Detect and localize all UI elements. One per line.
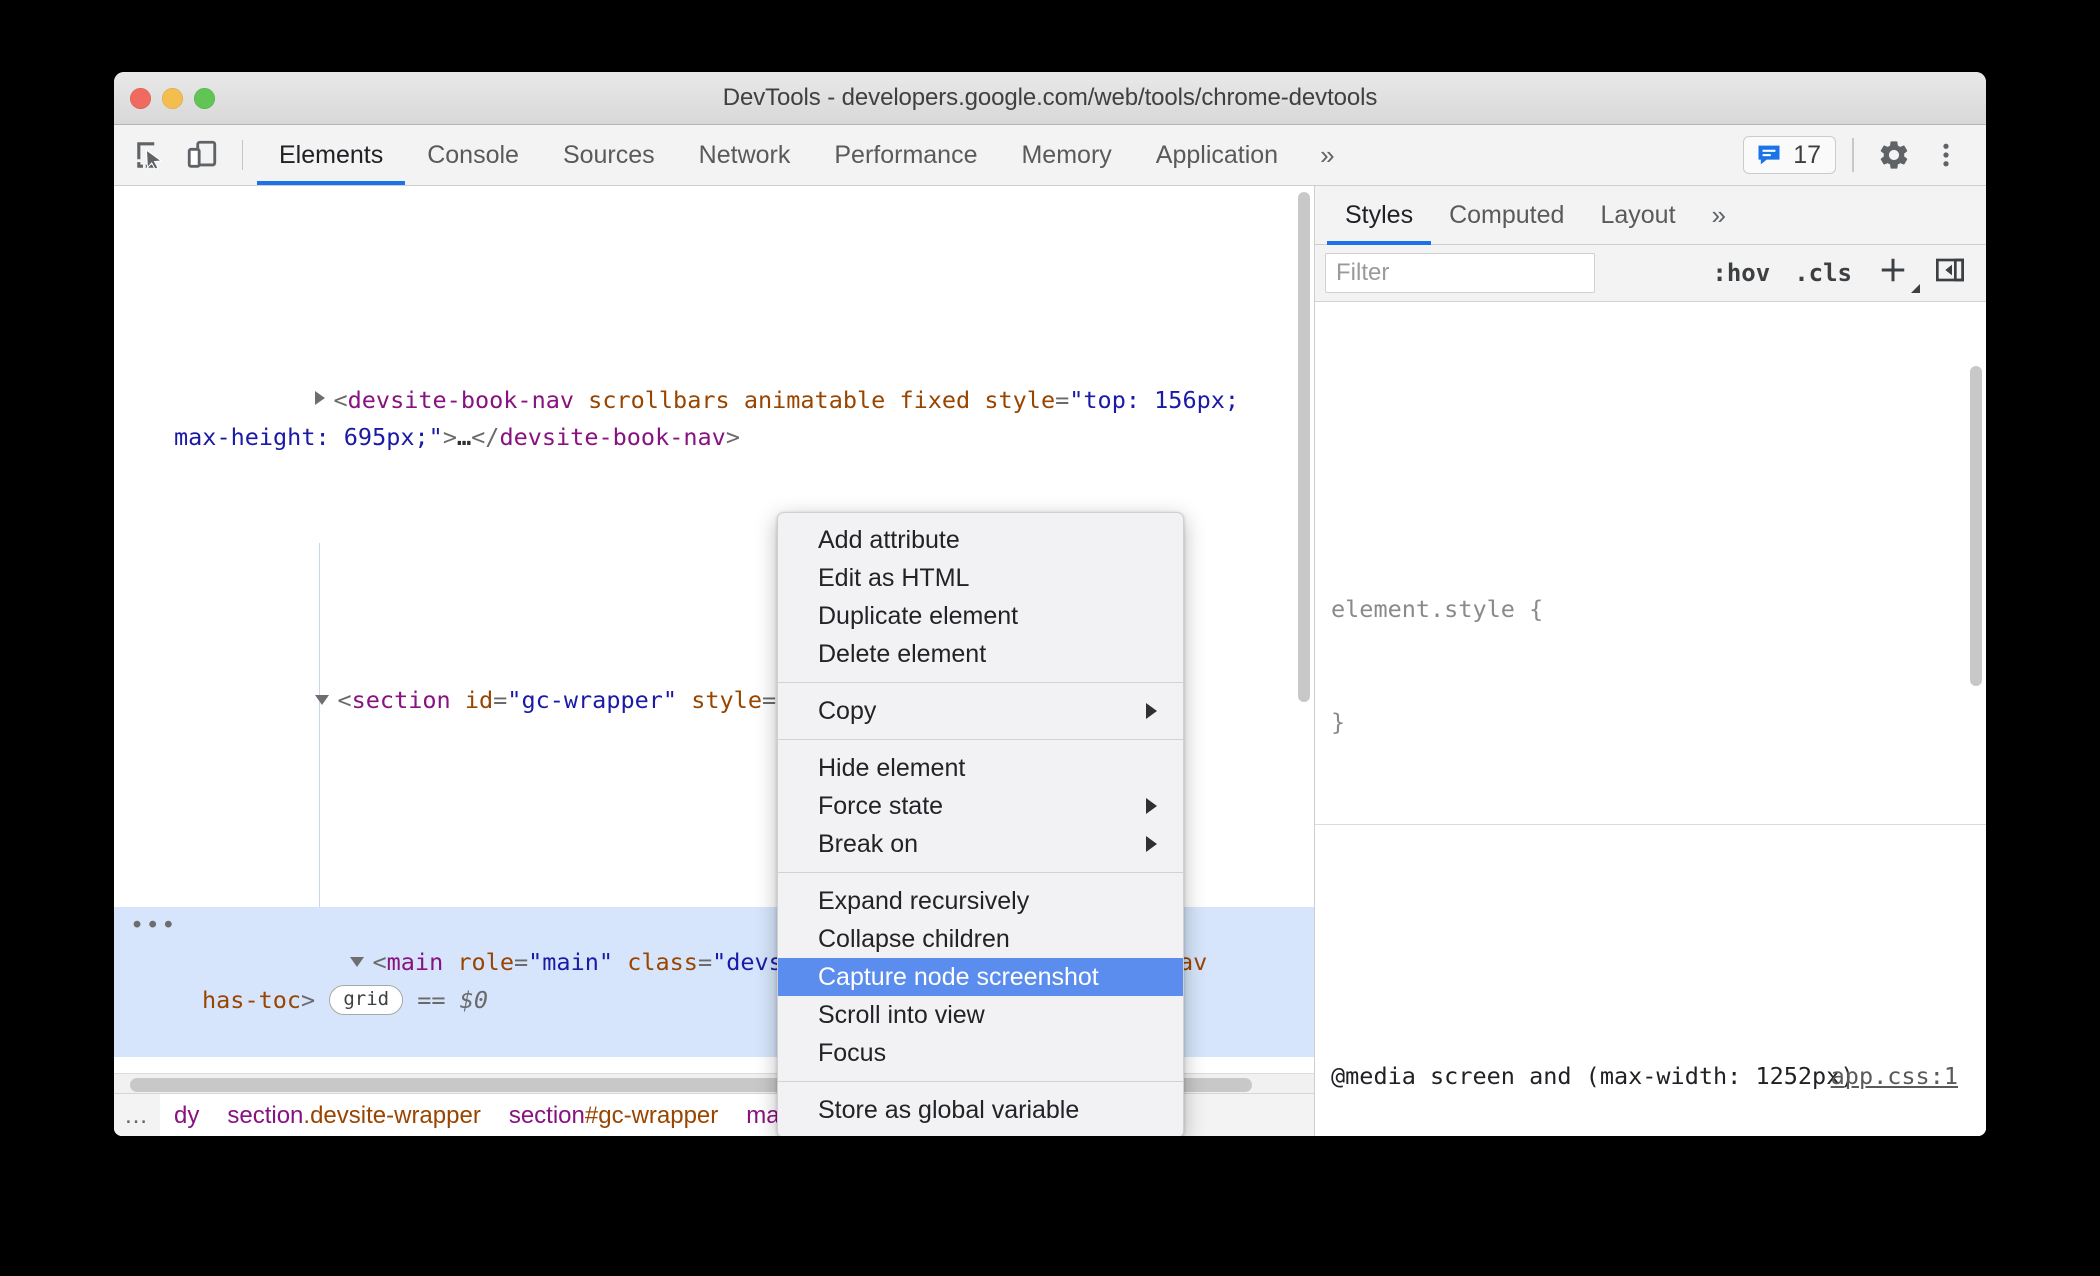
inspect-element-icon[interactable] [126, 131, 174, 179]
breadcrumb-item-tag: section [227, 1102, 304, 1129]
panel-tabs: Elements Console Sources Network Perform… [257, 125, 1354, 185]
chevron-down-icon[interactable] [350, 957, 365, 967]
breadcrumb-overflow-left[interactable]: … [114, 1094, 160, 1136]
tab-application[interactable]: Application [1134, 125, 1300, 185]
tab-styles[interactable]: Styles [1327, 186, 1432, 245]
menu-separator [778, 682, 1183, 683]
css-rule-element-style[interactable]: element.style { } [1315, 508, 1986, 825]
minimize-window-button[interactable] [162, 87, 183, 109]
breadcrumb-item-class: #gc-wrapper [584, 1102, 719, 1129]
window-title: DevTools - developers.google.com/web/too… [722, 84, 1378, 111]
dropdown-corner-icon [1911, 284, 1920, 293]
css-rule-close-brace: } [1331, 707, 1346, 736]
elements-dom-tree-pane[interactable]: <devsite-book-nav scrollbars animatable … [114, 186, 1314, 1136]
window-titlebar: DevTools - developers.google.com/web/too… [114, 72, 1986, 125]
menu-item-force-state[interactable]: Force state [778, 787, 1183, 825]
menu-separator [778, 872, 1183, 873]
chevron-down-icon[interactable] [315, 694, 330, 705]
tab-memory[interactable]: Memory [999, 125, 1133, 185]
dom-node-context-menu[interactable]: Add attribute Edit as HTML Duplicate ele… [777, 512, 1184, 1136]
plus-icon [1881, 258, 1905, 282]
issues-count: 17 [1793, 140, 1821, 169]
tab-elements[interactable]: Elements [257, 125, 406, 185]
menu-item-break-on[interactable]: Break on [778, 825, 1183, 863]
kebab-menu-icon[interactable] [1922, 131, 1970, 179]
menu-item-duplicate-element[interactable]: Duplicate element [778, 597, 1183, 635]
breadcrumb-item-tag: section [508, 1102, 585, 1129]
menu-item-focus[interactable]: Focus [778, 1034, 1183, 1072]
dom-tree-vertical-scrollbar[interactable] [1298, 192, 1310, 702]
tab-layout[interactable]: Layout [1582, 186, 1693, 244]
breadcrumb-item-label: dy [174, 1102, 200, 1129]
menu-item-expand-recursively[interactable]: Expand recursively [778, 882, 1183, 920]
dom-node-devsite-book-nav[interactable]: <devsite-book-nav scrollbars animatable … [114, 344, 1314, 494]
breadcrumb-item-section-gc-wrapper[interactable]: section #gc-wrapper [494, 1094, 733, 1136]
hov-toggle-button[interactable]: :hov [1700, 259, 1782, 287]
new-style-rule-button[interactable] [1864, 255, 1922, 293]
gear-icon[interactable] [1870, 131, 1918, 179]
menu-separator [778, 739, 1183, 740]
node-overflow-dots[interactable]: ••• [130, 907, 177, 945]
tab-computed[interactable]: Computed [1431, 186, 1582, 244]
css-rule-media-query[interactable]: @media screen and (max-width: 1252px) ap… [1315, 975, 1986, 1136]
css-rules-list: element.style { } @media screen and (max… [1315, 358, 1986, 1136]
issues-message-icon [1758, 145, 1780, 165]
cls-toggle-button[interactable]: .cls [1782, 259, 1864, 287]
menu-item-hide-element[interactable]: Hide element [778, 749, 1183, 787]
menu-item-copy[interactable]: Copy [778, 692, 1183, 730]
menu-item-label: Break on [818, 829, 919, 858]
menu-item-delete-element[interactable]: Delete element [778, 635, 1183, 673]
menu-item-label: Copy [818, 696, 877, 725]
menu-item-label: Force state [818, 791, 944, 820]
devtools-body: <devsite-book-nav scrollbars animatable … [114, 186, 1986, 1136]
zoom-window-button[interactable] [194, 87, 215, 109]
devtools-window: DevTools - developers.google.com/web/too… [114, 72, 1986, 1136]
styles-sidebar-pane: Styles Computed Layout » Filter :hov .cl… [1314, 186, 1986, 1136]
tab-performance[interactable]: Performance [812, 125, 999, 185]
issues-counter-button[interactable]: 17 [1743, 136, 1836, 174]
submenu-arrow-icon [1146, 703, 1157, 719]
menu-separator [778, 1081, 1183, 1082]
menu-item-scroll-into-view[interactable]: Scroll into view [778, 996, 1183, 1034]
toolbar-left-controls [114, 131, 257, 179]
css-rule-selector[interactable]: element.style { [1331, 591, 1968, 629]
device-toolbar-icon[interactable] [178, 131, 226, 179]
menu-item-store-as-global-variable[interactable]: Store as global variable [778, 1091, 1183, 1129]
breadcrumb-item-section-devsite-wrapper[interactable]: section .devsite-wrapper [213, 1094, 495, 1136]
grid-badge[interactable]: grid [329, 984, 404, 1015]
menu-item-collapse-children[interactable]: Collapse children [778, 920, 1183, 958]
styles-pane-tabs: Styles Computed Layout » [1315, 186, 1986, 245]
tab-network[interactable]: Network [677, 125, 813, 185]
devtools-main-toolbar: Elements Console Sources Network Perform… [114, 125, 1986, 186]
chevron-right-icon[interactable] [315, 391, 326, 405]
styles-filter-toolbar: Filter :hov .cls [1315, 245, 1986, 302]
toolbar-divider-right [1852, 138, 1854, 172]
menu-item-capture-node-screenshot[interactable]: Capture node screenshot [778, 958, 1183, 996]
toggle-element-state-icon[interactable] [1922, 254, 1976, 292]
window-controls [130, 72, 215, 124]
tab-sources[interactable]: Sources [541, 125, 677, 185]
more-styles-tabs-chevron-icon[interactable]: » [1694, 186, 1743, 244]
toolbar-right-controls: 17 [1743, 131, 1986, 179]
close-window-button[interactable] [130, 87, 151, 109]
css-source-link[interactable]: app.css:1 [1831, 1058, 1958, 1096]
more-tabs-chevron-icon[interactable]: » [1300, 125, 1353, 185]
submenu-arrow-icon [1146, 836, 1157, 852]
styles-pane-vertical-scrollbar[interactable] [1970, 366, 1982, 686]
submenu-arrow-icon [1146, 798, 1157, 814]
toolbar-divider [242, 140, 243, 170]
menu-item-add-attribute[interactable]: Add attribute [778, 521, 1183, 559]
menu-item-edit-as-html[interactable]: Edit as HTML [778, 559, 1183, 597]
breadcrumb-item-class: .devsite-wrapper [303, 1102, 481, 1129]
tab-console[interactable]: Console [405, 125, 541, 185]
breadcrumb-item-body[interactable]: dy [160, 1094, 214, 1136]
filter-input[interactable]: Filter [1325, 253, 1595, 293]
